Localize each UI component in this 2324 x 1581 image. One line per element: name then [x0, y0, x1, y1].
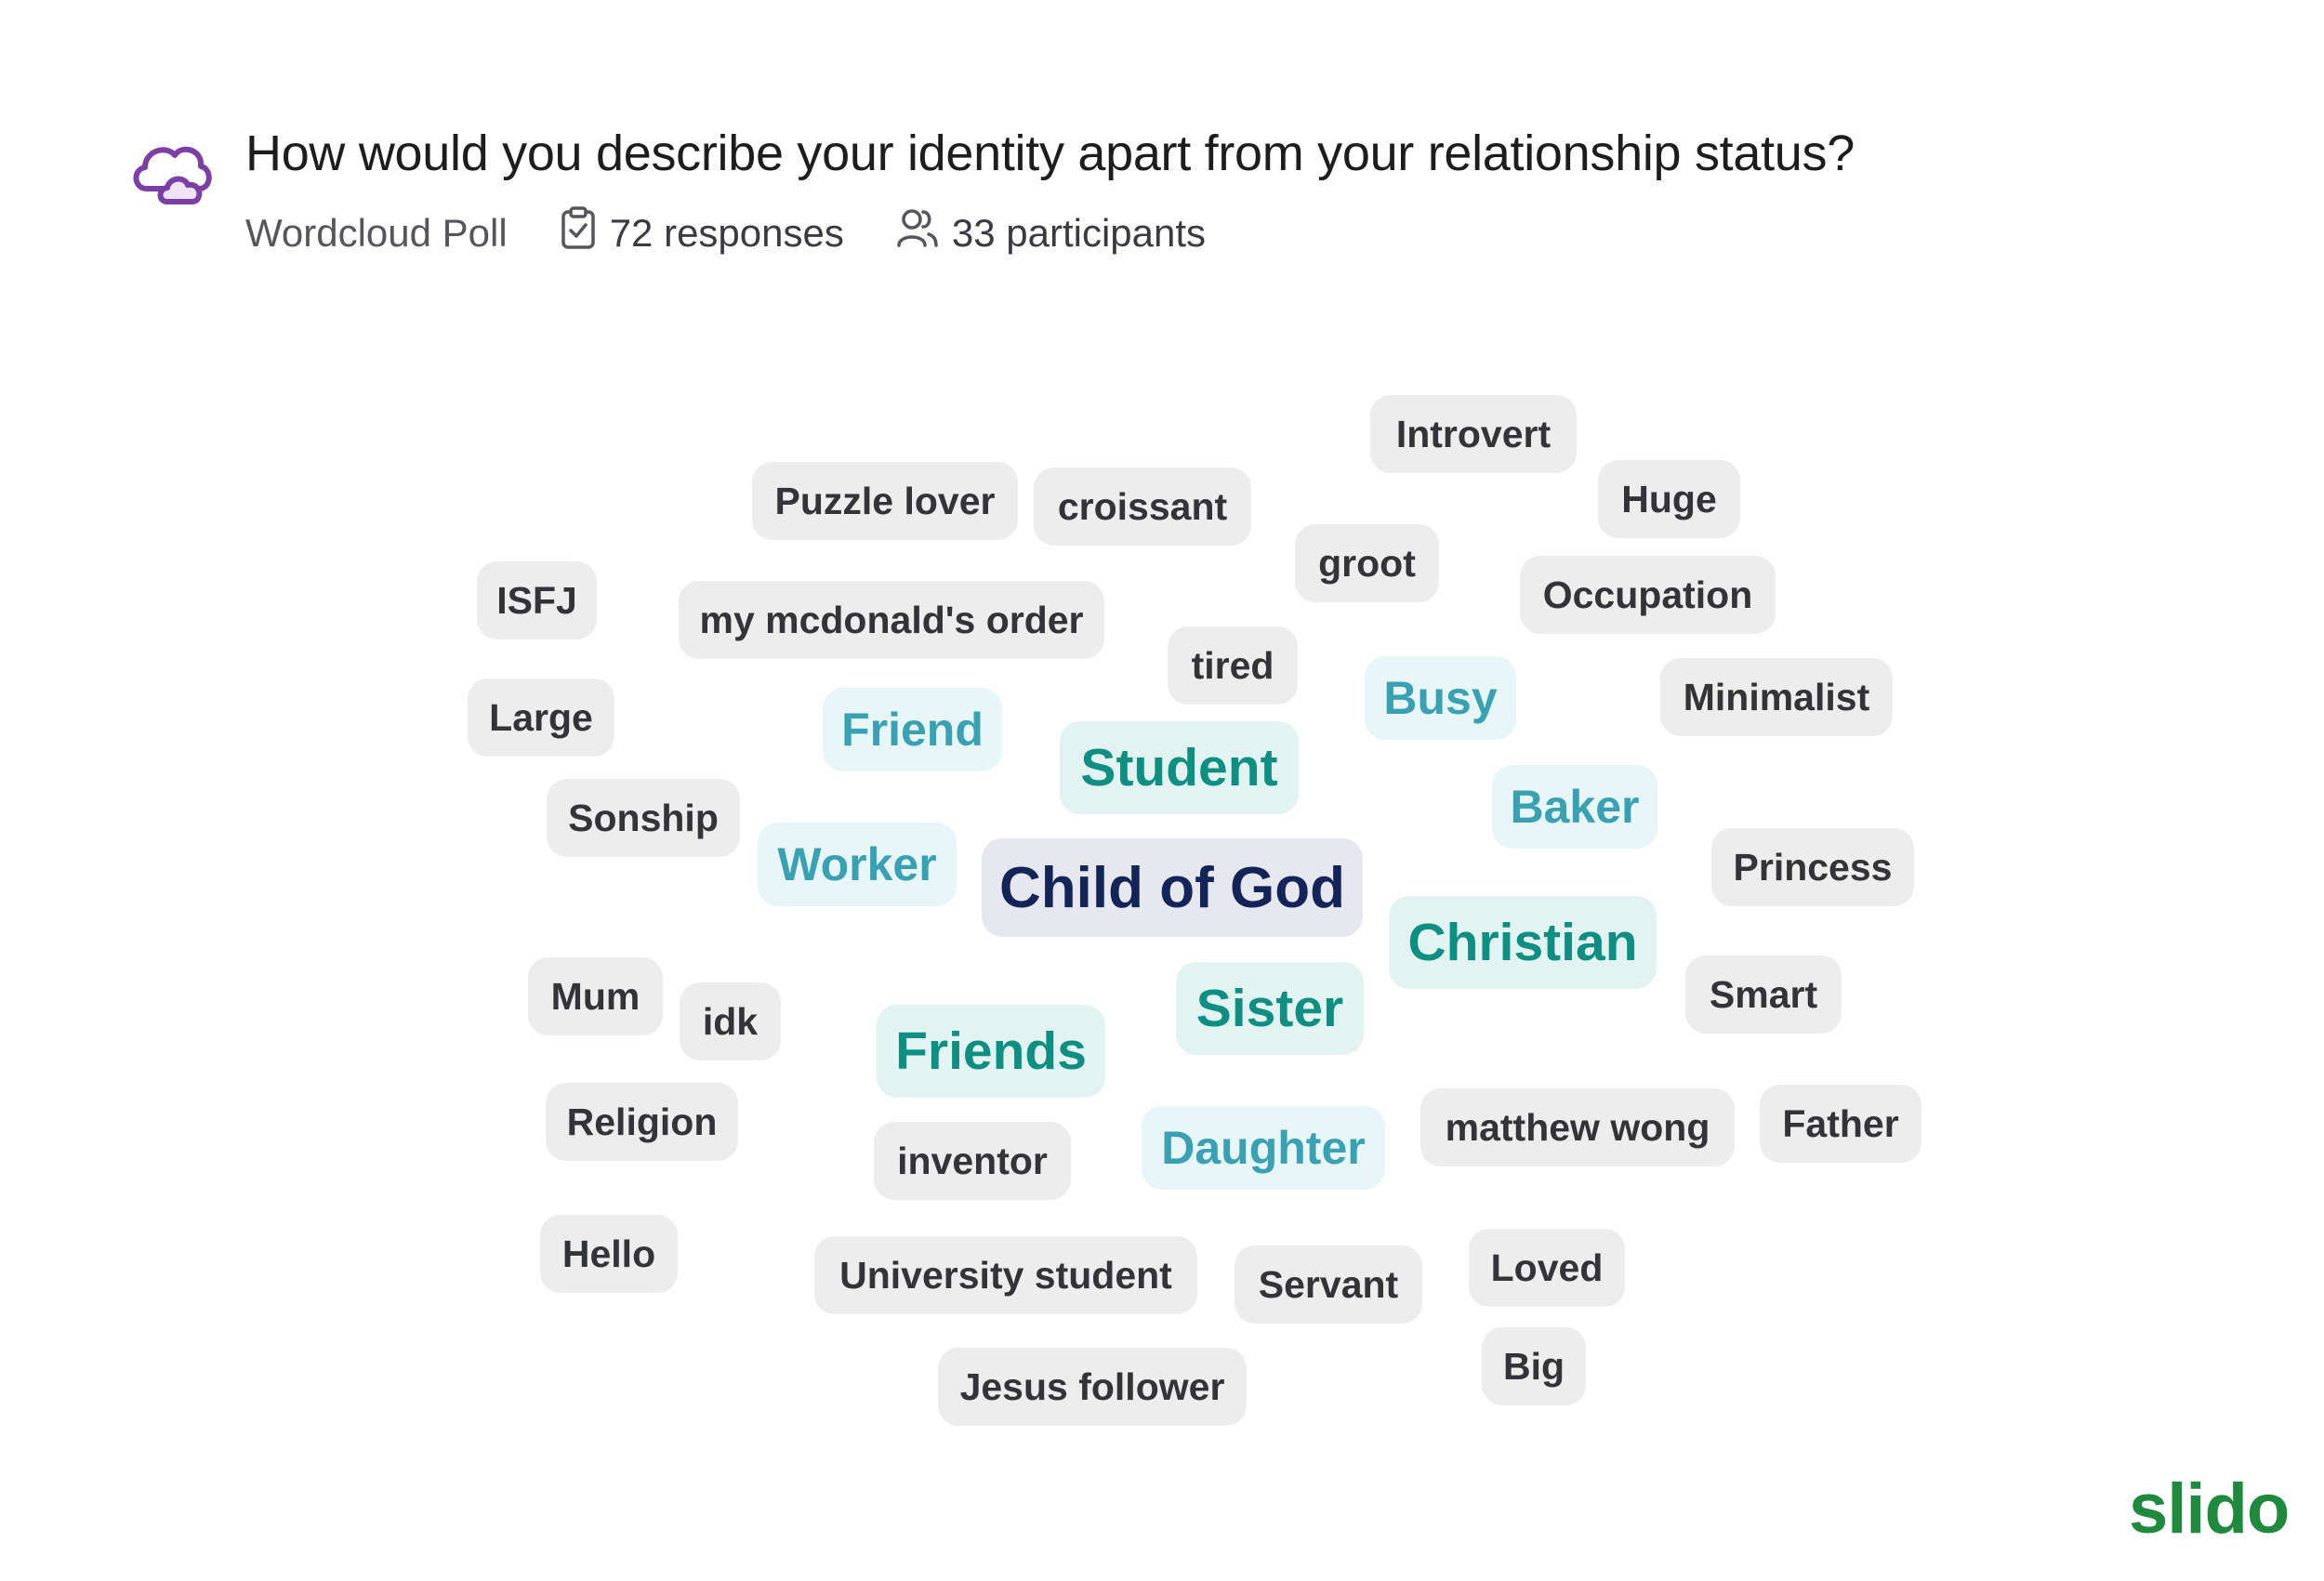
word-chip: Minimalist — [1660, 658, 1893, 736]
word-chip: Big — [1482, 1327, 1586, 1405]
people-icon — [896, 208, 952, 258]
word-chip: tired — [1168, 626, 1298, 705]
word-chip: Puzzle lover — [752, 462, 1018, 540]
participants-count: 33 participants — [951, 211, 1207, 255]
poll-question: How would you describe your identity apa… — [245, 125, 1855, 181]
slido-logo: slido — [2129, 1469, 2290, 1548]
word-chip: croissant — [1034, 468, 1251, 546]
word-chip: Occupation — [1520, 556, 1776, 634]
word-chip: Smart — [1685, 955, 1842, 1034]
word-chip: Huge — [1598, 460, 1740, 538]
word-chip: matthew wong — [1420, 1088, 1735, 1166]
clipboard-check-icon — [560, 206, 610, 260]
word-chip: ISFJ — [477, 561, 597, 639]
word-chip: Student — [1060, 721, 1299, 814]
word-chip: Child of God — [982, 838, 1363, 937]
word-chip: idk — [680, 982, 781, 1061]
word-chip: Christian — [1389, 896, 1657, 989]
word-chip: Friend — [823, 688, 1002, 771]
word-chip: Religion — [546, 1083, 738, 1161]
word-chip: Princess — [1711, 828, 1914, 906]
word-chip: Worker — [758, 823, 957, 906]
word-chip: Large — [468, 679, 614, 757]
wordcloud-icon — [130, 135, 214, 209]
word-chip: Sister — [1176, 962, 1364, 1055]
word-chip: Jesus follower — [938, 1348, 1247, 1426]
word-chip: Busy — [1365, 656, 1516, 740]
word-chip: my mcdonald's order — [679, 581, 1104, 659]
word-chip: University student — [814, 1236, 1197, 1314]
word-chip: Servant — [1235, 1245, 1422, 1324]
responses-count: 72 responses — [609, 211, 844, 255]
word-chip: inventor — [874, 1122, 1071, 1200]
poll-type: Wordcloud Poll — [245, 211, 508, 255]
word-chip: Mum — [528, 957, 663, 1035]
word-chip: groot — [1295, 524, 1439, 602]
word-chip: Sonship — [547, 779, 740, 857]
poll-meta: Wordcloud Poll 72 responses 33 participa… — [245, 206, 1207, 258]
word-chip: Introvert — [1370, 395, 1577, 473]
word-chip: Father — [1760, 1085, 1921, 1163]
word-chip: Loved — [1469, 1229, 1625, 1307]
word-chip: Baker — [1492, 765, 1657, 849]
word-chip: Friends — [877, 1005, 1105, 1098]
word-chip: Daughter — [1142, 1106, 1385, 1190]
word-chip: Hello — [540, 1215, 678, 1293]
